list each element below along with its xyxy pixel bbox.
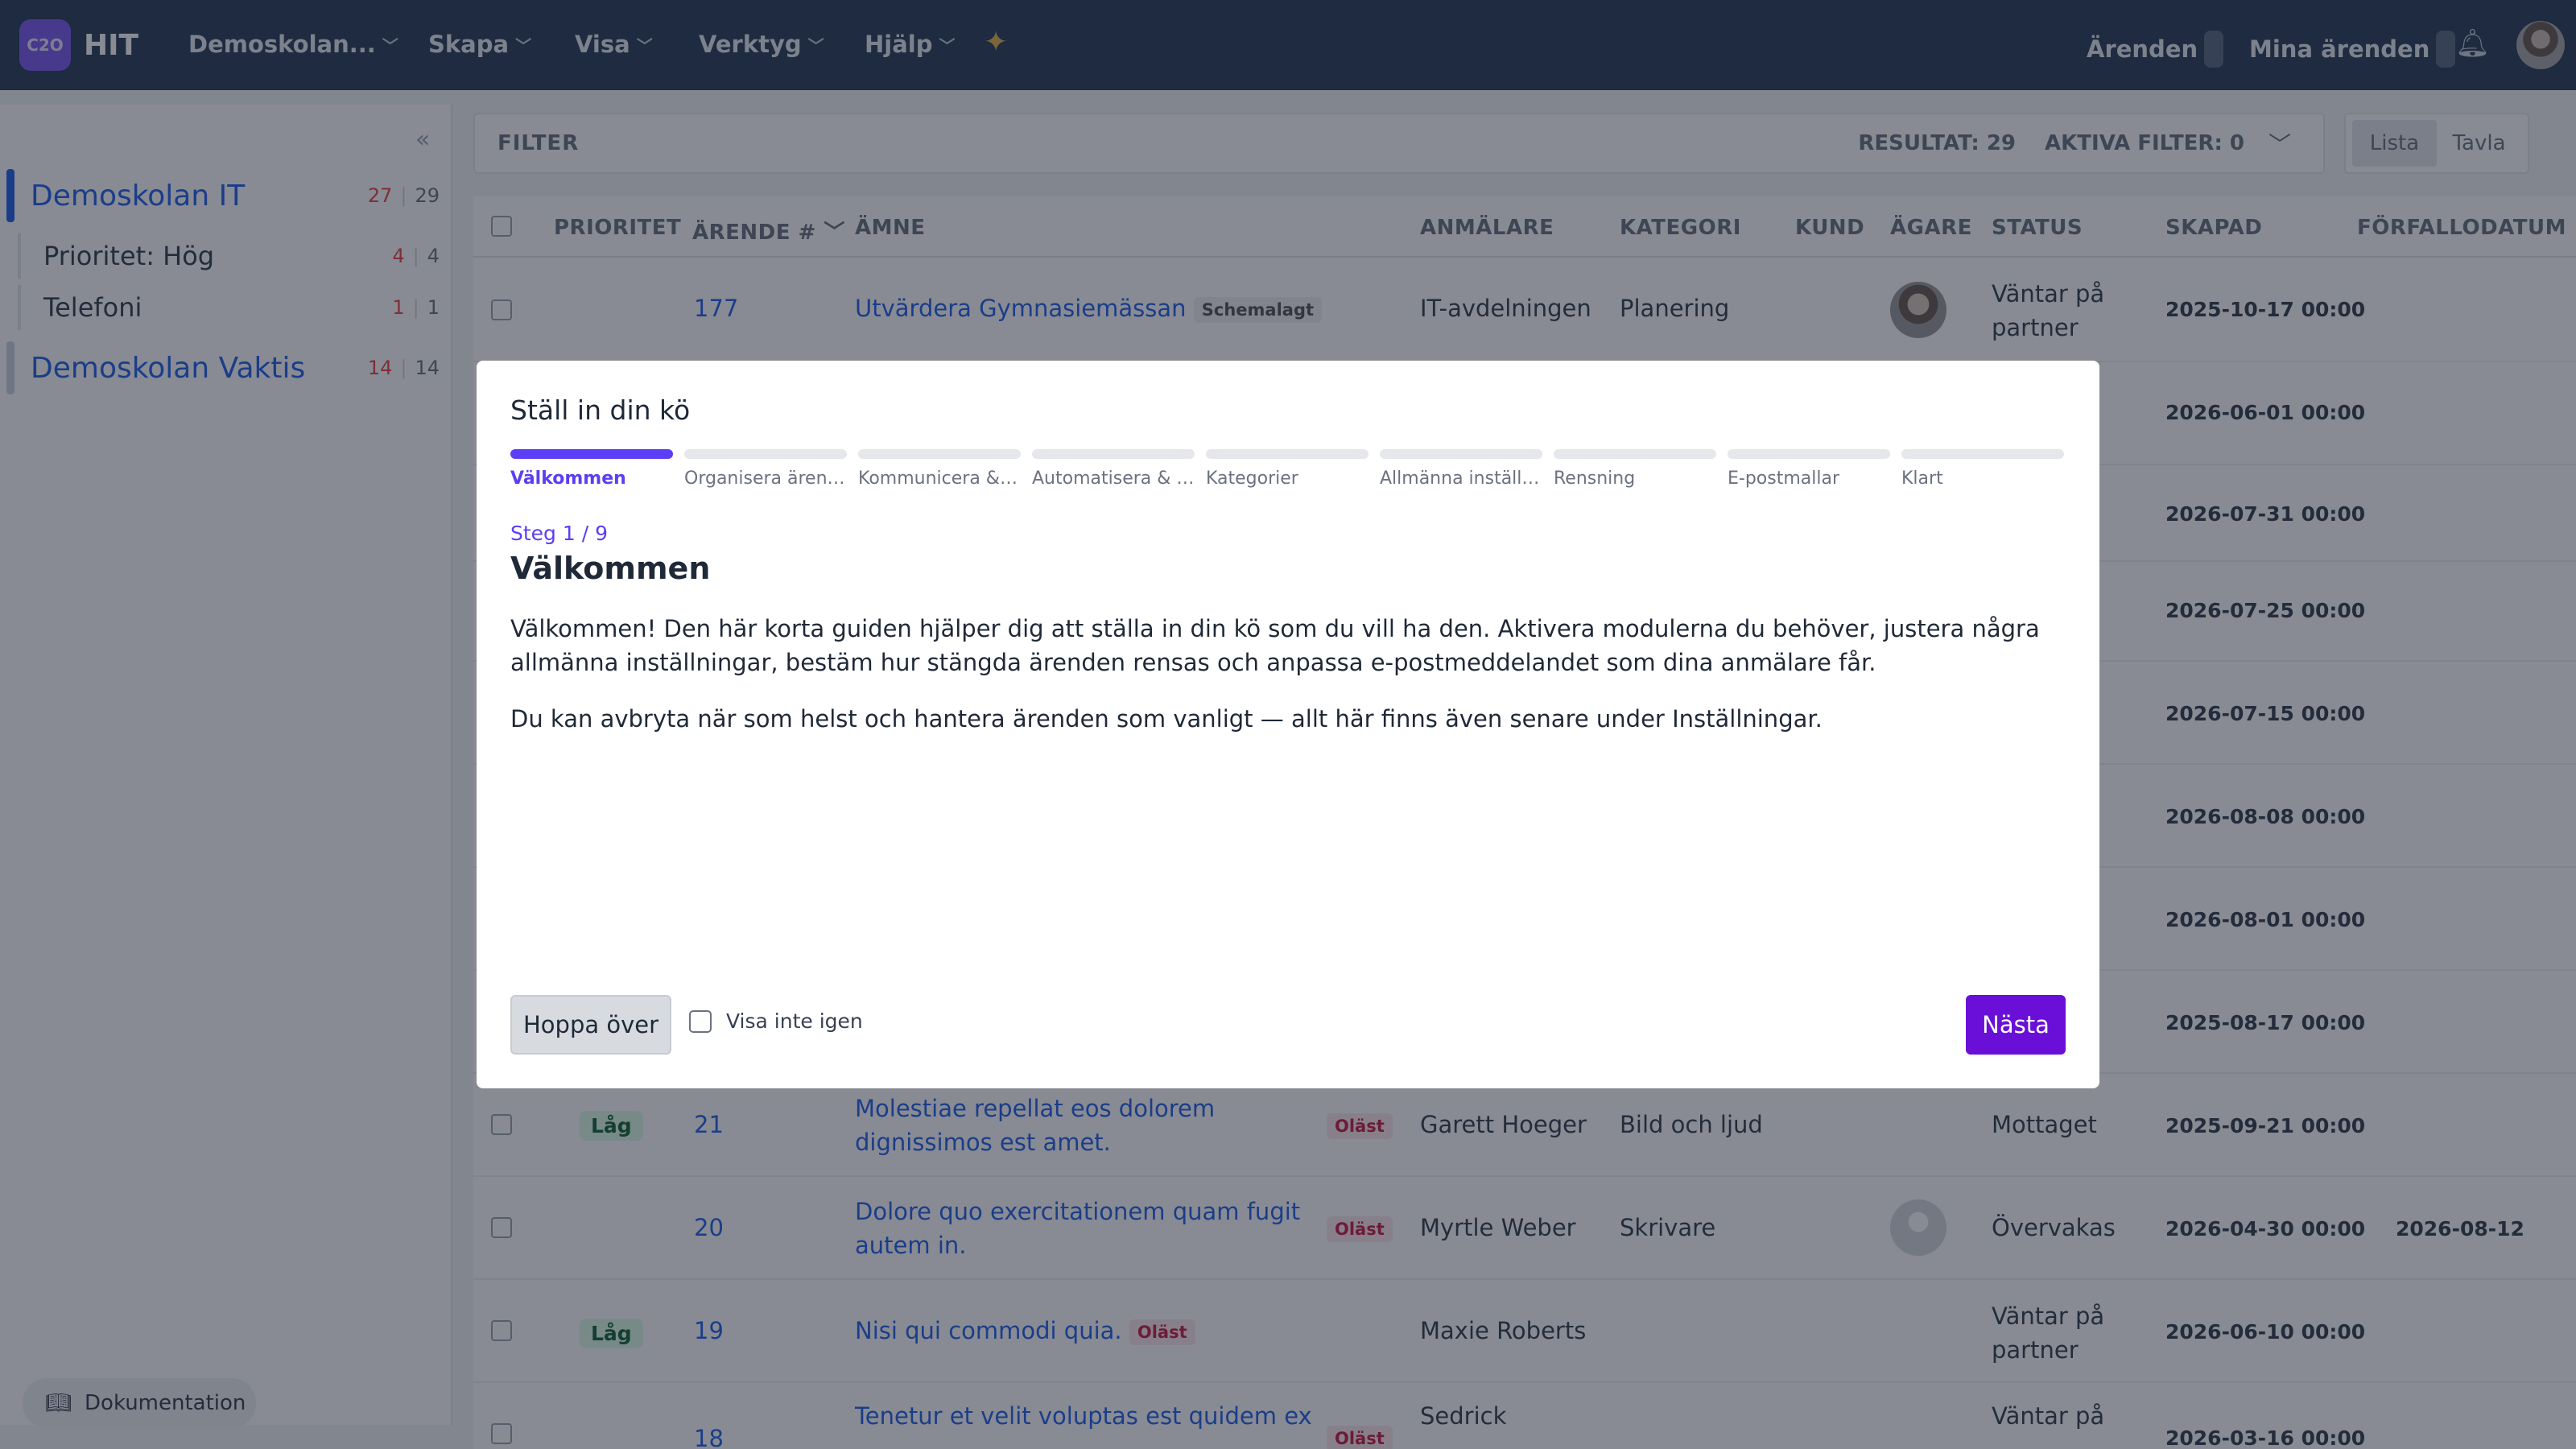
dialog-title: Ställ in din kö	[510, 394, 691, 426]
step-communicate[interactable]: Kommunicera & s...	[858, 449, 1021, 489]
cancel-info-paragraph: Du kan avbryta när som helst och hantera…	[510, 705, 1823, 733]
intro-paragraph: Välkommen! Den här korta guiden hjälper …	[510, 615, 2040, 676]
step-counter: Steg 1 / 9	[510, 522, 608, 545]
next-button[interactable]: Nästa	[1966, 995, 2066, 1055]
step-automate[interactable]: Automatisera & a...	[1032, 449, 1195, 489]
wizard-stepper: Välkommen Organisera ärend... Kommunicer…	[510, 449, 2064, 497]
step-cleanup[interactable]: Rensning	[1554, 449, 1716, 489]
step-heading: Välkommen	[510, 551, 711, 586]
step-organize[interactable]: Organisera ärend...	[684, 449, 847, 489]
step-categories[interactable]: Kategorier	[1206, 449, 1368, 489]
step-general-settings[interactable]: Allmänna inställn...	[1380, 449, 1542, 489]
step-done[interactable]: Klart	[1901, 449, 2064, 489]
step-email-templates[interactable]: E-postmallar	[1728, 449, 1890, 489]
dont-show-again-checkbox[interactable]: Visa inte igen	[689, 1009, 863, 1033]
setup-wizard-dialog: Ställ in din kö Välkommen Organisera äre…	[477, 361, 2099, 1088]
step-welcome[interactable]: Välkommen	[510, 449, 673, 489]
skip-button[interactable]: Hoppa över	[510, 995, 671, 1055]
checkbox[interactable]	[689, 1009, 712, 1033]
